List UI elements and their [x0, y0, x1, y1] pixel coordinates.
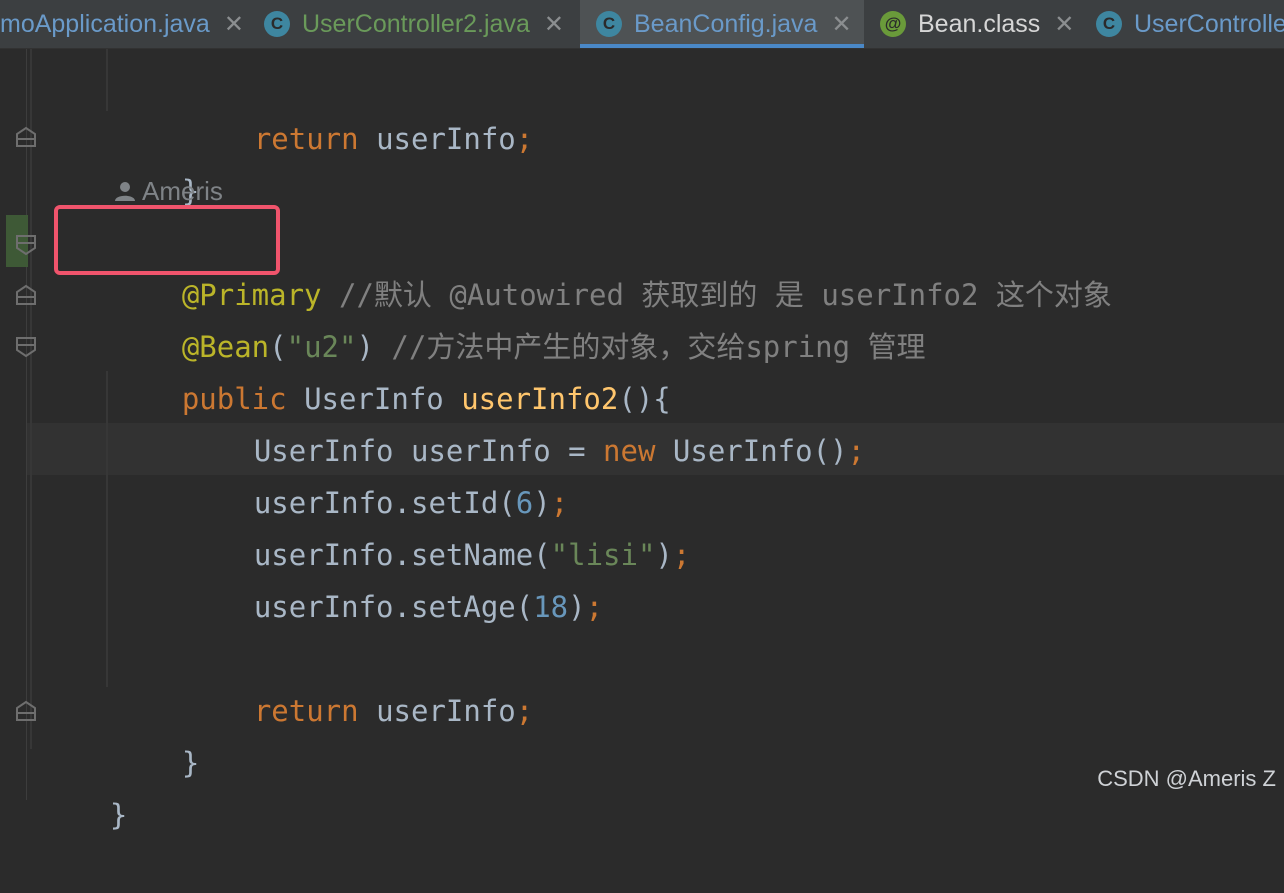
tab-label: BeanConfig.java [634, 9, 818, 38]
code-line[interactable]: } [112, 685, 199, 780]
close-icon[interactable]: ✕ [831, 10, 851, 39]
fold-end-icon[interactable] [14, 699, 38, 723]
tab-demo-application[interactable]: moApplication.java ✕ [0, 0, 258, 48]
code-line[interactable]: } [40, 737, 127, 832]
user-icon [115, 182, 135, 201]
fold-start-icon[interactable] [14, 233, 38, 257]
tab-bean-config[interactable]: C BeanConfig.java ✕ [580, 0, 864, 48]
code-line[interactable]: userInfo.setAge(18); [184, 529, 603, 624]
class-icon: C [264, 11, 290, 37]
code-line[interactable]: return userInfo; [184, 633, 533, 728]
annotation-highlight-box [54, 205, 280, 275]
code-text: userInfo.setAge( [253, 590, 534, 624]
class-icon: C [596, 11, 622, 37]
tab-label: moApplication.java [0, 9, 210, 38]
code-line[interactable]: userInfo.setName("lisi"); [184, 477, 691, 572]
class-icon: C [1096, 11, 1122, 37]
keyword: new [603, 434, 656, 468]
annotation-icon: @ [880, 11, 906, 37]
code-text: userInfo [358, 694, 516, 728]
tab-label: Bean.class [918, 9, 1041, 38]
code-text: UserInfo() [655, 434, 848, 468]
semicolon: ; [515, 122, 534, 156]
fold-end-icon[interactable] [14, 283, 38, 307]
semicolon: ; [672, 538, 691, 572]
author-name: Ameris [142, 176, 223, 206]
code-editor[interactable]: return userInfo; } Ameris @Primary //默认 … [0, 49, 1284, 832]
gutter-divider [26, 49, 27, 800]
close-icon[interactable]: ✕ [1054, 10, 1074, 39]
code-line[interactable]: return userInfo; [184, 61, 533, 156]
fold-start-icon[interactable] [14, 335, 38, 359]
indent-guide [106, 371, 108, 687]
paren: ) [568, 590, 586, 624]
tab-label: UserController2.java [302, 9, 530, 38]
tab-user-controller2[interactable]: C UserController2.java ✕ [264, 0, 576, 48]
closing-brace: } [109, 798, 128, 832]
close-icon[interactable]: ✕ [544, 10, 564, 39]
indent-guide [30, 49, 32, 749]
tab-user-controller[interactable]: C UserControlle [1096, 0, 1284, 48]
keyword: return [253, 694, 359, 728]
semicolon: ; [847, 434, 865, 468]
close-icon[interactable]: ✕ [224, 10, 244, 39]
watermark: CSDN @Ameris Z [1097, 766, 1276, 791]
code-line[interactable]: @Bean("u2") //方法中产生的对象，交给spring 管理 [112, 269, 926, 364]
fold-end-icon[interactable] [14, 125, 38, 149]
code-line[interactable]: } [112, 113, 199, 208]
semicolon: ; [585, 590, 604, 624]
closing-brace: } [181, 746, 200, 780]
tab-bean-class[interactable]: @ Bean.class ✕ [880, 0, 1080, 48]
keyword: return [253, 122, 359, 156]
paren: ) [655, 538, 673, 572]
number-literal: 18 [533, 590, 569, 624]
code-line[interactable]: public UserInfo userInfo2(){ [112, 321, 671, 416]
editor-tab-bar: moApplication.java ✕ C UserController2.j… [0, 0, 1284, 49]
code-line[interactable]: userInfo.setId(6); [184, 425, 568, 520]
code-line[interactable]: UserInfo userInfo = new UserInfo(); [184, 373, 865, 468]
indent-guide [106, 49, 108, 111]
code-text: userInfo [358, 122, 516, 156]
tab-label: UserControlle [1134, 9, 1284, 38]
semicolon: ; [515, 694, 534, 728]
